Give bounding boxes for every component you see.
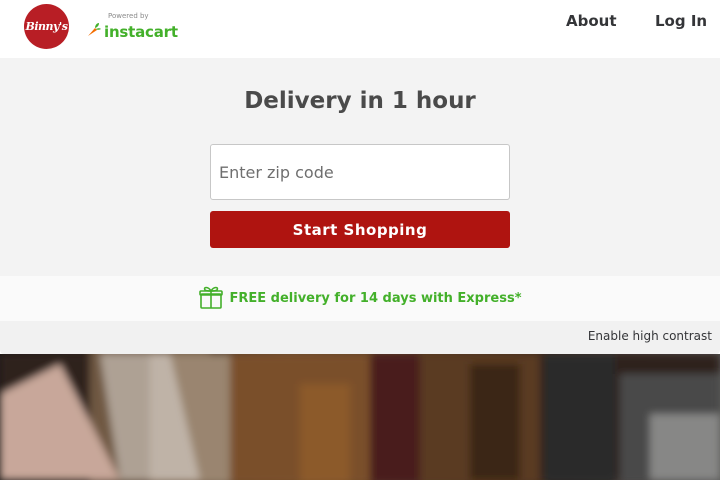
accessibility-bar: Enable high contrast bbox=[0, 321, 720, 354]
high-contrast-toggle[interactable]: Enable high contrast bbox=[588, 329, 712, 343]
site-header: Binny's Powered by instacart About Log I… bbox=[0, 0, 720, 58]
promo-banner: FREE delivery for 14 days with Express* bbox=[0, 276, 720, 321]
instacart-logo: Powered by instacart bbox=[86, 12, 178, 42]
page-title: Delivery in 1 hour bbox=[244, 88, 476, 114]
promo-text: FREE delivery for 14 days with Express* bbox=[229, 291, 522, 306]
instacart-name: instacart bbox=[104, 23, 178, 41]
zip-code-input[interactable] bbox=[210, 144, 510, 200]
store-logo-text: Binny's bbox=[25, 20, 68, 33]
nav-about-link[interactable]: About bbox=[566, 12, 617, 30]
store-logo[interactable]: Binny's bbox=[24, 4, 69, 49]
bottles-image bbox=[0, 354, 720, 480]
start-shopping-button[interactable]: Start Shopping bbox=[210, 211, 510, 248]
background-photo bbox=[0, 354, 720, 480]
nav-login-link[interactable]: Log In bbox=[655, 12, 707, 30]
instacart-wordmark: instacart bbox=[86, 22, 178, 42]
hero-section: Delivery in 1 hour Start Shopping bbox=[0, 58, 720, 276]
gift-icon bbox=[198, 284, 224, 314]
carrot-icon bbox=[86, 22, 102, 42]
powered-by-label: Powered by bbox=[108, 12, 149, 20]
